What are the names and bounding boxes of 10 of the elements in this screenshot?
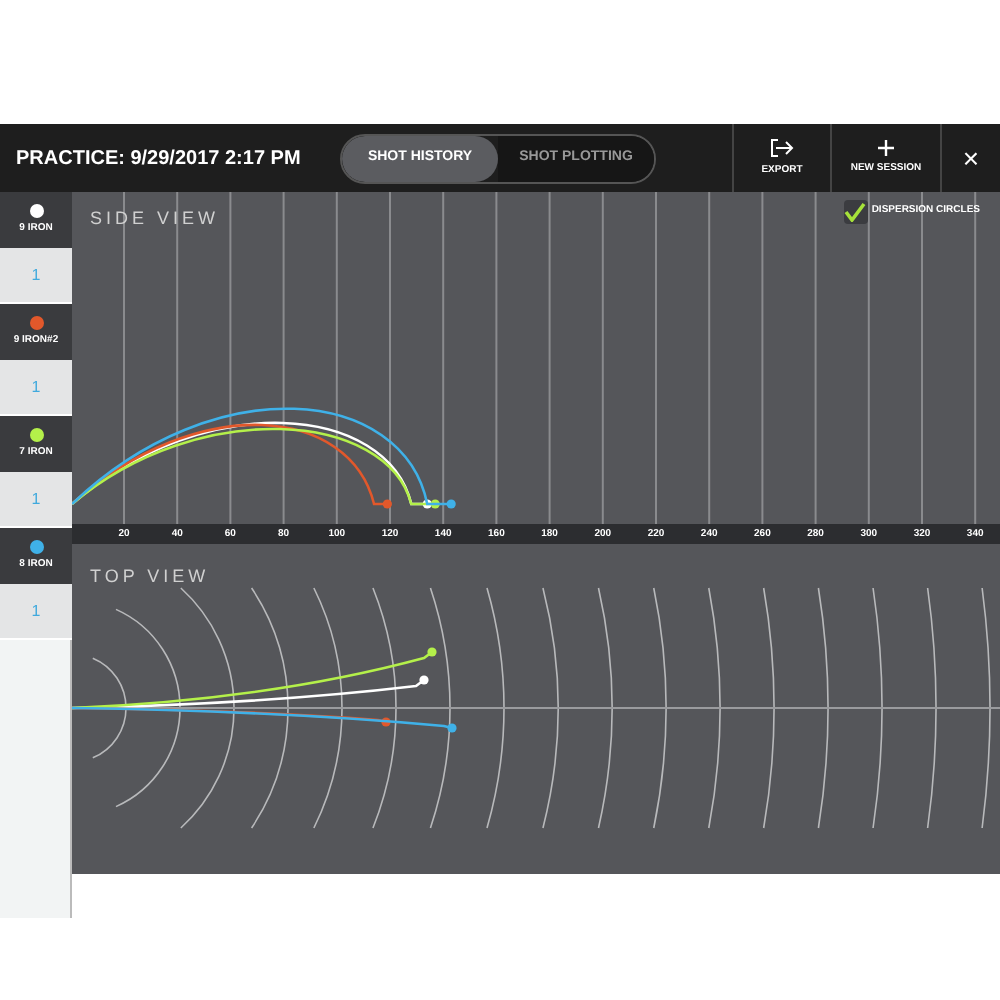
shot-count: 1 (0, 360, 72, 416)
export-icon (770, 137, 794, 158)
session-title: PRACTICE: 9/29/2017 2:17 PM (14, 145, 303, 173)
panel-title: SIDE VIEW (90, 206, 220, 232)
panel-title: TOP VIEW (90, 564, 210, 590)
plus-icon (878, 139, 894, 156)
shot-count: 1 (0, 584, 72, 640)
shot-count: 1 (0, 472, 72, 528)
shot-count: 1 (0, 248, 72, 304)
checkbox[interactable] (843, 200, 868, 224)
